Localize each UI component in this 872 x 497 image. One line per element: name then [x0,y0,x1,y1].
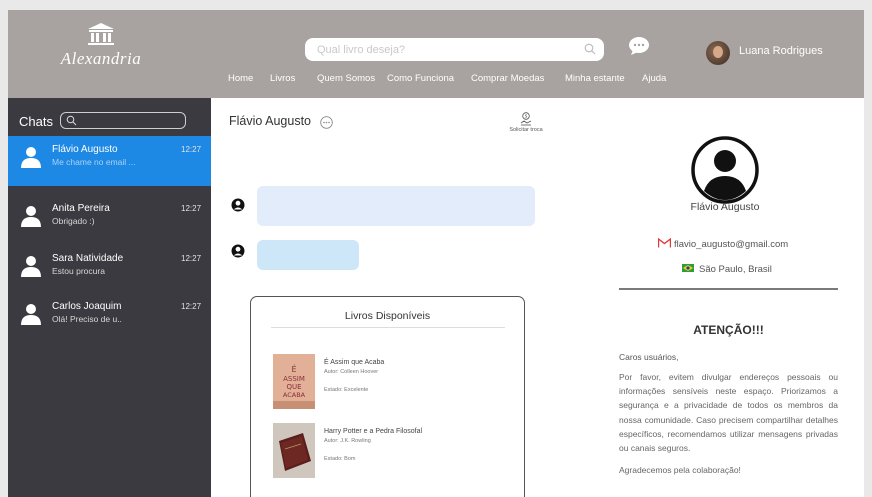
search-bar [305,38,604,61]
gmail-icon [658,238,671,248]
chat-name: Sara Natividade [52,253,124,264]
book-item[interactable]: Harry Potter e a Pedra Filosofal Autor: … [273,423,513,483]
book-author: Autor: Colleen Hoover [324,369,379,375]
nav-minha-estante[interactable]: Minha estante [565,73,625,84]
chat-time: 12:27 [181,145,202,154]
book-condition: Estado: Excelente [324,387,369,393]
chat-search-input[interactable] [60,112,186,129]
chat-bubble-icon[interactable] [628,36,650,56]
profile-name: Flávio Augusto [690,201,760,213]
chat-preview: Estou procura [52,266,105,276]
user-avatar-icon [231,198,245,212]
brand-logo[interactable]: Alexandria [56,22,146,69]
profile-avatar-icon [691,136,759,204]
chat-time: 12:27 [181,302,202,311]
user-avatar-icon [21,256,41,277]
nav-comprar-moedas[interactable]: Comprar Moedas [471,73,544,84]
profile-location-row: São Paulo, Brasil [682,264,772,275]
top-header: Alexandria Home Livros Quem Somos Como F… [8,10,864,98]
user-avatar-icon [21,206,41,227]
chat-item-sara-natividade[interactable]: Sara Natividade Estou procura 12:27 [8,245,211,295]
chat-item-carlos-joaquim[interactable]: Carlos Joaquim Olá! Preciso de u.. 12:27 [8,293,211,343]
user-avatar-icon [21,147,41,168]
temple-icon [88,23,114,45]
chat-item-anita-pereira[interactable]: Anita Pereira Obrigado :) 12:27 [8,195,211,245]
svg-text:É: É [291,363,296,374]
book-title: É Assim que Acaba [324,359,385,366]
book-author: Autor: J.K. Rowling [324,438,371,444]
warning-greeting: Caros usuários, [619,352,679,362]
more-options-icon[interactable] [320,116,333,129]
chat-time: 12:27 [181,254,202,263]
search-icon [66,115,77,126]
user-avatar-icon [231,244,245,258]
nav-como-funciona[interactable]: Como Funciona [387,73,454,84]
warning-body: Por favor, evitem divulgar endereços pes… [619,372,838,454]
search-icon[interactable] [584,43,596,55]
chat-name: Carlos Joaquim [52,301,122,312]
book-condition: Estado: Bom [324,456,356,462]
page: Alexandria Home Livros Quem Somos Como F… [8,10,864,497]
books-title: Livros Disponíveis [344,310,431,322]
nav-home[interactable]: Home [228,73,253,84]
profile-location: São Paulo, Brasil [699,264,772,275]
profile-email: flavio_augusto@gmail.com [674,239,789,250]
profile-email-row[interactable]: flavio_augusto@gmail.com [658,238,788,250]
chat-preview: Obrigado :) [52,216,95,226]
message-bubble [257,240,359,270]
chat-preview: Me chame no email ... [52,157,136,167]
sidebar-header: Chats [8,98,211,134]
book-cover-image [273,423,315,478]
user-name[interactable]: Luana Rodrigues [739,45,823,57]
chat-preview: Olá! Preciso de u.. [52,314,122,324]
svg-text:ASSIM: ASSIM [283,375,305,383]
svg-text:$: $ [525,114,528,120]
chat-time: 12:27 [181,204,202,213]
chats-title: Chats [19,114,53,129]
brazil-flag-icon [682,264,694,272]
svg-text:QUE: QUE [286,383,301,391]
search-input[interactable] [317,38,567,61]
message-bubble [257,186,535,226]
user-avatar[interactable] [706,41,730,65]
chat-sidebar: Chats Flávio Augusto Me chame no email .… [8,98,211,497]
warning-title: ATENÇÃO!!! [693,323,764,337]
chat-item-flavio-augusto[interactable]: Flávio Augusto Me chame no email ... 12:… [8,136,211,186]
user-avatar-icon [21,304,41,325]
conversation-title: Flávio Augusto [229,114,311,128]
available-books-panel: Livros Disponíveis É ASSIM QUE ACABA É A… [250,296,525,497]
request-swap-button[interactable]: $ Solicitar troca [504,112,548,133]
nav-livros[interactable]: Livros [270,73,295,84]
request-swap-label: Solicitar troca [509,127,543,133]
brand-name: Alexandria [60,49,142,68]
nav-ajuda[interactable]: Ajuda [642,73,666,84]
divider [271,327,505,328]
chat-name: Anita Pereira [52,203,110,214]
book-title: Harry Potter e a Pedra Filosofal [324,428,423,435]
chat-name: Flávio Augusto [52,144,118,155]
book-swap-icon: $ [520,112,532,126]
book-item[interactable]: É ASSIM QUE ACABA É Assim que Acaba Auto… [273,354,513,414]
warning-thanks: Agradecemos pela colaboração! [619,465,741,475]
divider [619,288,838,290]
nav-quem-somos[interactable]: Quem Somos [317,73,375,84]
book-cover-image: É ASSIM QUE ACABA [273,354,315,409]
svg-text:ACABA: ACABA [283,391,306,399]
